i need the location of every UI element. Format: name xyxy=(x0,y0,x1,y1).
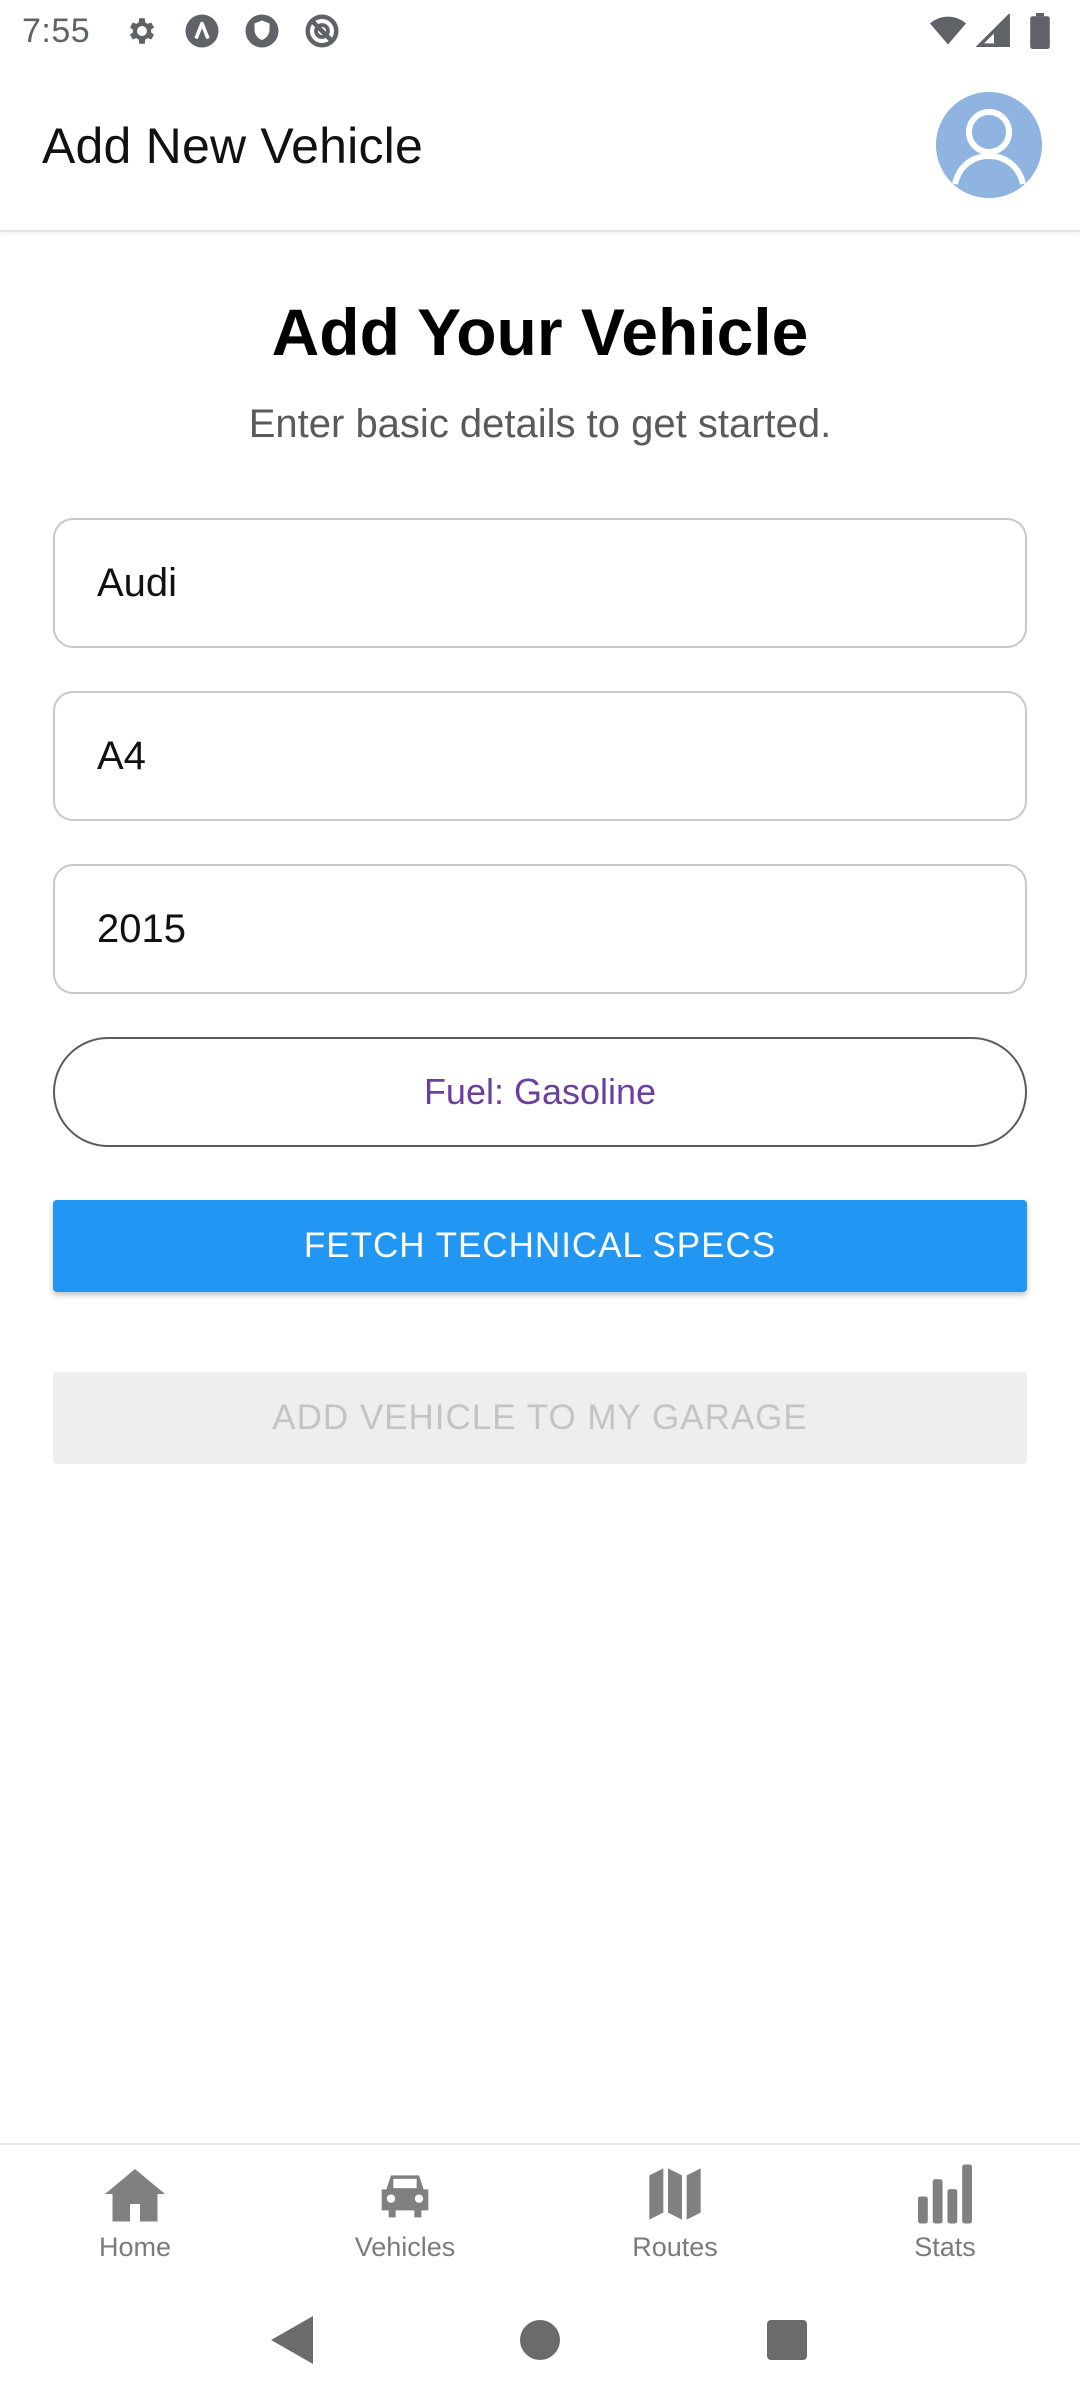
year-input[interactable] xyxy=(97,906,983,952)
nav-item-vehicles[interactable]: Vehicles xyxy=(270,2162,540,2263)
status-icons-right xyxy=(930,13,1058,49)
shield-icon xyxy=(244,13,280,49)
fuel-select-button[interactable]: Fuel: Gasoline xyxy=(53,1037,1027,1147)
nav-label-home: Home xyxy=(98,2231,172,2262)
screen: 7:55 Add New Vehicle Add Your Vehicle En… xyxy=(0,0,1080,2400)
form-title: Add Your Vehicle xyxy=(271,295,809,369)
status-bar: 7:55 xyxy=(0,0,1080,62)
settings-icon xyxy=(124,13,160,49)
map-icon xyxy=(643,2162,707,2226)
nav-item-routes[interactable]: Routes xyxy=(540,2162,810,2263)
car-icon xyxy=(373,2162,437,2226)
system-nav-bar xyxy=(0,2279,1080,2400)
home-circle-icon[interactable] xyxy=(510,2310,570,2370)
model-input[interactable] xyxy=(97,733,983,779)
nav-item-home[interactable]: Home xyxy=(0,2162,270,2263)
make-field[interactable] xyxy=(53,518,1027,648)
home-icon xyxy=(103,2162,167,2226)
a-icon xyxy=(184,13,220,49)
model-field[interactable] xyxy=(53,691,1027,821)
make-input[interactable] xyxy=(97,560,983,606)
year-field[interactable] xyxy=(53,864,1027,994)
add-to-garage-button: ADD VEHICLE TO MY GARAGE xyxy=(53,1372,1027,1464)
bottom-nav: Home Vehicles Routes Stats xyxy=(0,2143,1080,2279)
recents-icon[interactable] xyxy=(757,2310,817,2370)
status-time: 7:55 xyxy=(22,11,91,50)
nav-label-routes: Routes xyxy=(632,2231,718,2262)
nav-item-stats[interactable]: Stats xyxy=(810,2162,1080,2263)
wifi-icon xyxy=(930,13,966,49)
person-icon xyxy=(936,92,1042,198)
nav-label-stats: Stats xyxy=(914,2231,976,2262)
back-icon[interactable] xyxy=(263,2310,323,2370)
do-not-disturb-icon xyxy=(304,13,340,49)
status-icons-left xyxy=(124,13,340,49)
battery-icon xyxy=(1022,13,1058,49)
nav-label-vehicles: Vehicles xyxy=(354,2231,456,2262)
bar-chart-icon xyxy=(913,2162,977,2226)
form-subtitle: Enter basic details to get started. xyxy=(248,402,832,446)
fetch-specs-button[interactable]: FETCH TECHNICAL SPECS xyxy=(53,1200,1027,1292)
signal-icon xyxy=(976,13,1012,49)
avatar[interactable] xyxy=(936,92,1042,198)
app-bar: Add New Vehicle xyxy=(0,62,1080,232)
app-bar-title: Add New Vehicle xyxy=(42,118,424,174)
